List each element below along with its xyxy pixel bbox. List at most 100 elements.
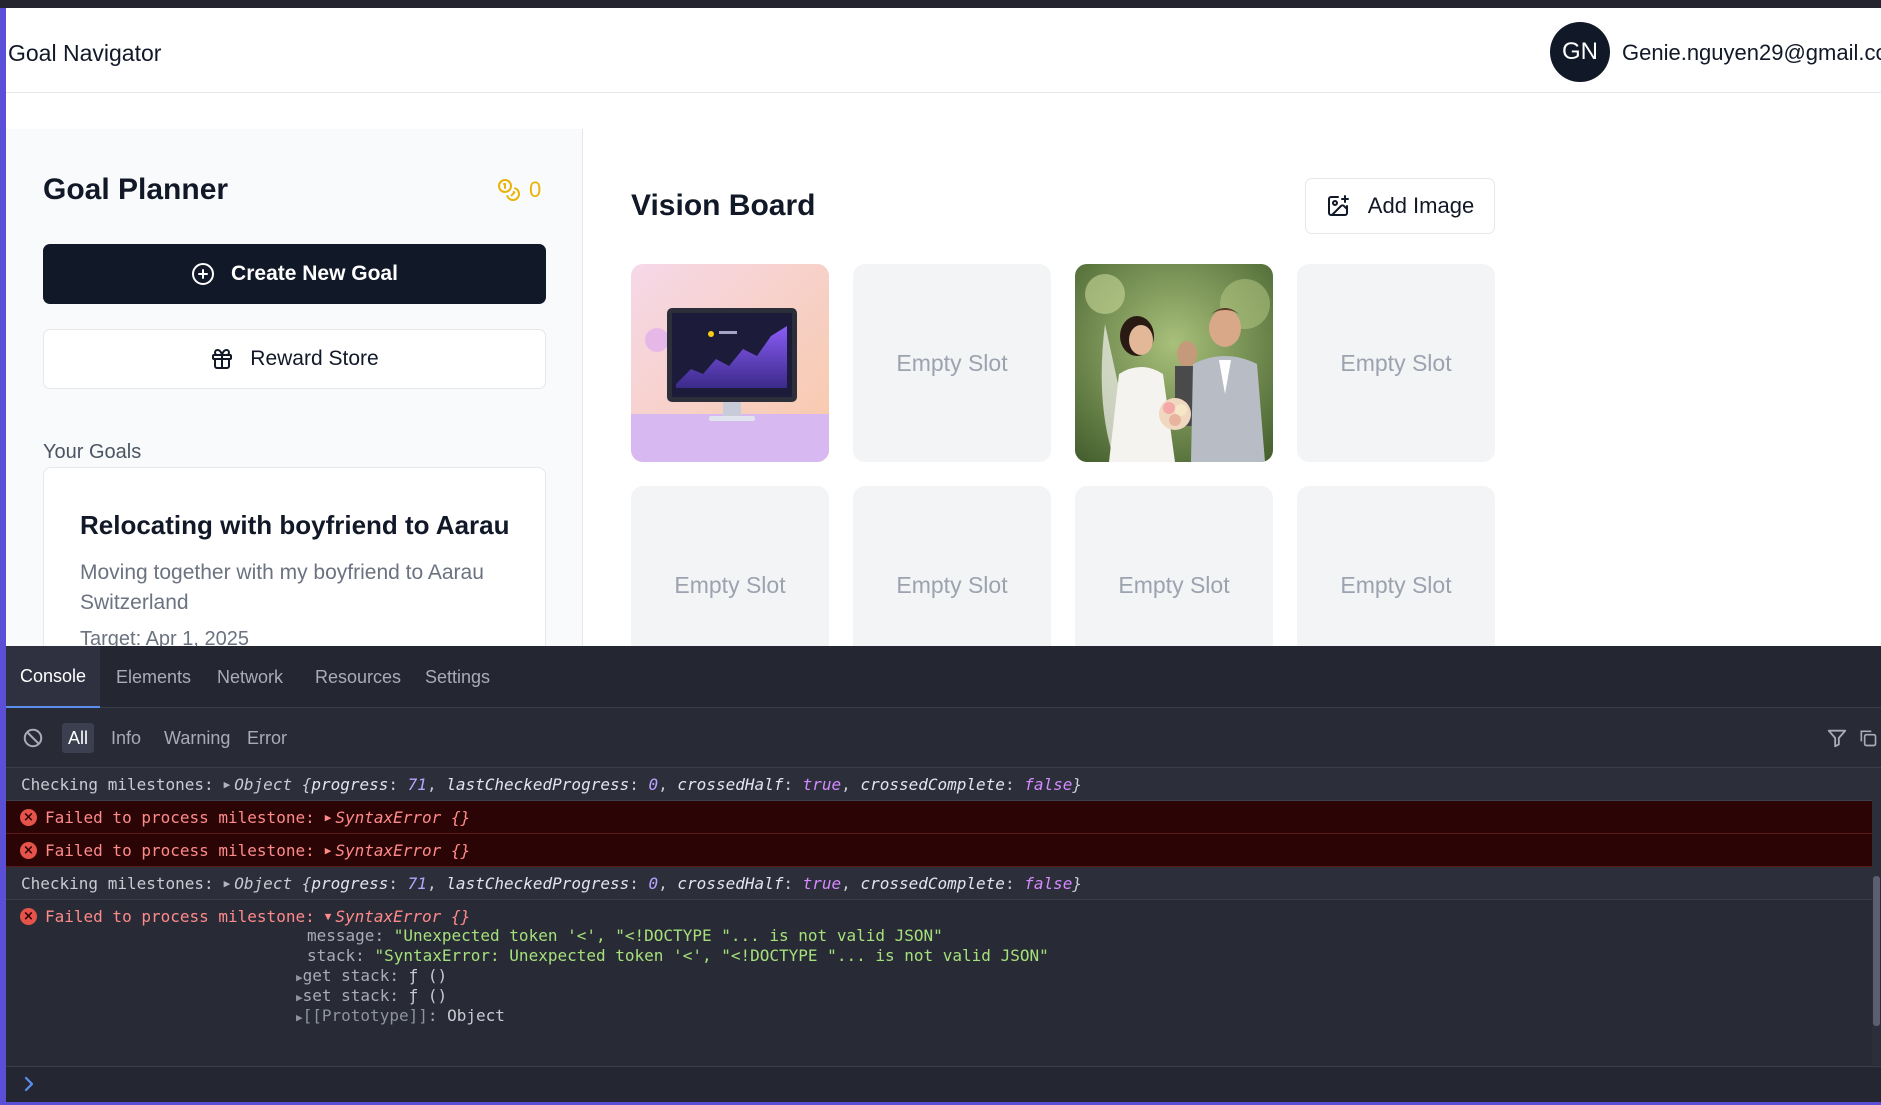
log-label: Failed to process milestone: xyxy=(45,807,315,827)
level-warning[interactable]: Warning xyxy=(158,723,236,753)
message-value: "Unexpected token '<', "<!DOCTYPE "... i… xyxy=(393,926,943,945)
empty-slot-label: Empty Slot xyxy=(1340,349,1452,376)
prototype-line[interactable]: ▶[[Prototype]]: Object xyxy=(296,1006,505,1025)
vision-slot-image-computer[interactable] xyxy=(631,264,829,462)
points-counter: 0 xyxy=(497,177,541,203)
log-object-name: Object xyxy=(234,774,293,794)
console-filter-bar: All Info Warning Error xyxy=(6,708,1881,768)
console-log: Checking milestones: ▶ Object {progress: 7… xyxy=(6,768,1872,1065)
log-row-info[interactable]: Checking milestones: ▶ Object {progress: 7… xyxy=(6,867,1872,900)
empty-slot-label: Empty Slot xyxy=(674,571,786,598)
log-row-error[interactable]: × Failed to process milestone: ▶ SyntaxErro… xyxy=(6,801,1872,834)
empty-slot-label: Empty Slot xyxy=(1118,571,1230,598)
level-info[interactable]: Info xyxy=(105,723,147,753)
set-stack-key: set stack xyxy=(302,986,390,1005)
collapse-triangle-icon[interactable]: ▼ xyxy=(325,910,332,923)
crossed-complete-value: false xyxy=(1024,873,1073,893)
coins-icon xyxy=(498,179,520,201)
get-stack-key: get stack xyxy=(302,966,390,985)
expand-triangle-icon[interactable]: ▶ xyxy=(224,778,231,791)
log-label: Failed to process milestone: xyxy=(45,907,315,926)
error-name: SyntaxError {} xyxy=(335,807,471,827)
error-icon: × xyxy=(20,808,37,826)
log-row-error[interactable]: × Failed to process milestone: ▶ SyntaxErro… xyxy=(6,834,1872,867)
log-object-name: Object xyxy=(234,873,293,893)
progress-value: 71 xyxy=(407,774,427,794)
vision-slot-empty[interactable]: Empty Slot xyxy=(631,486,829,646)
vision-slot-empty[interactable]: Empty Slot xyxy=(853,264,1051,462)
gift-icon xyxy=(212,349,233,369)
expand-triangle-icon[interactable]: ▶ xyxy=(296,991,303,1004)
expand-triangle-icon[interactable]: ▶ xyxy=(296,971,303,984)
devtools-panel: Console Elements Network Resources Setti… xyxy=(6,646,1881,1102)
expand-triangle-icon[interactable]: ▶ xyxy=(224,877,231,890)
error-icon: × xyxy=(20,841,37,859)
error-name: SyntaxError {} xyxy=(335,840,471,860)
clear-console-icon[interactable] xyxy=(22,727,44,749)
error-stack-line: stack: "SyntaxError: Unexpected token '<… xyxy=(307,946,1049,965)
get-stack-line[interactable]: ▶get stack: ƒ () xyxy=(296,966,447,985)
add-image-label: Add Image xyxy=(1367,193,1475,218)
tab-resources[interactable]: Resources xyxy=(315,646,401,708)
tab-settings[interactable]: Settings xyxy=(425,646,490,708)
vision-slot-empty[interactable]: Empty Slot xyxy=(1297,264,1495,462)
filter-icon[interactable] xyxy=(1826,727,1848,749)
app-window: Goal Navigator GN Genie.nguyen29@gmail.c… xyxy=(6,8,1881,646)
create-goal-button[interactable]: Create New Goal xyxy=(43,244,546,304)
chevron-right-icon xyxy=(24,1076,34,1092)
vision-slot-empty[interactable]: Empty Slot xyxy=(853,486,1051,646)
level-all[interactable]: All xyxy=(62,723,95,753)
vision-slot-empty[interactable]: Empty Slot xyxy=(1075,486,1273,646)
planner-title: Goal Planner xyxy=(43,173,229,206)
crossed-complete-value: false xyxy=(1024,774,1073,794)
tab-elements[interactable]: Elements xyxy=(116,646,191,708)
vision-slot-empty[interactable]: Empty Slot xyxy=(1297,486,1495,646)
your-goals-heading: Your Goals xyxy=(43,441,142,463)
empty-slot-label: Empty Slot xyxy=(896,571,1008,598)
copy-icon[interactable] xyxy=(1858,727,1878,749)
goal-description: Moving together with my boyfriend to Aar… xyxy=(80,561,484,614)
goal-card[interactable]: Relocating with boyfriend to Aarau Movin… xyxy=(43,467,546,646)
crossed-half-value: true xyxy=(802,774,842,794)
reward-store-label: Reward Store xyxy=(250,347,379,370)
log-label: Checking milestones: xyxy=(21,873,214,893)
log-row-info[interactable]: Checking milestones: ▶ Object {progress: 7… xyxy=(6,768,1872,801)
error-message-line: message: "Unexpected token '<', "<!DOCTY… xyxy=(307,926,943,945)
console-scrollbar[interactable] xyxy=(1872,768,1881,1065)
scrollbar-thumb[interactable] xyxy=(1873,876,1880,1026)
expand-triangle-icon[interactable]: ▶ xyxy=(325,844,332,857)
empty-slot-label: Empty Slot xyxy=(896,349,1008,376)
app-title[interactable]: Goal Navigator xyxy=(8,40,161,67)
plus-circle-icon xyxy=(192,263,215,285)
vision-slot-image-wedding[interactable] xyxy=(1075,264,1273,462)
console-input[interactable] xyxy=(6,1066,1881,1102)
tab-console[interactable]: Console xyxy=(6,646,100,708)
log-label: Checking milestones: xyxy=(21,774,214,794)
reward-store-button[interactable]: Reward Store xyxy=(43,329,546,389)
goal-title: Relocating with boyfriend to Aarau xyxy=(80,510,510,540)
message-key: message xyxy=(307,926,375,945)
browser-top-strip xyxy=(0,0,1881,8)
log-label: Failed to process milestone: xyxy=(45,840,315,860)
points-value: 0 xyxy=(529,177,542,202)
last-checked-progress-value: 0 xyxy=(648,873,659,893)
last-checked-progress-value: 0 xyxy=(648,774,659,794)
set-stack-line[interactable]: ▶set stack: ƒ () xyxy=(296,986,447,1005)
error-name: SyntaxError {} xyxy=(335,907,471,926)
add-image-button[interactable]: Add Image xyxy=(1305,178,1495,234)
create-goal-label: Create New Goal xyxy=(231,262,398,285)
level-error[interactable]: Error xyxy=(241,723,293,753)
goal-target-date: Target: Apr 1, 2025 xyxy=(80,628,250,646)
error-icon: × xyxy=(20,908,37,925)
prototype-value: Object xyxy=(447,1006,505,1025)
goal-planner-sidebar: Goal Planner 0 Create New Goal Reward St… xyxy=(6,129,583,646)
crossed-half-value: true xyxy=(802,873,842,893)
vision-board-title: Vision Board xyxy=(631,189,816,222)
expand-triangle-icon[interactable]: ▶ xyxy=(296,1011,303,1024)
tab-network[interactable]: Network xyxy=(217,646,283,708)
image-plus-icon xyxy=(1327,195,1349,216)
avatar[interactable]: GN xyxy=(1550,22,1610,82)
stack-key: stack xyxy=(307,946,356,965)
top-header: Goal Navigator GN Genie.nguyen29@gmail.c… xyxy=(6,8,1881,93)
expand-triangle-icon[interactable]: ▶ xyxy=(325,811,332,824)
